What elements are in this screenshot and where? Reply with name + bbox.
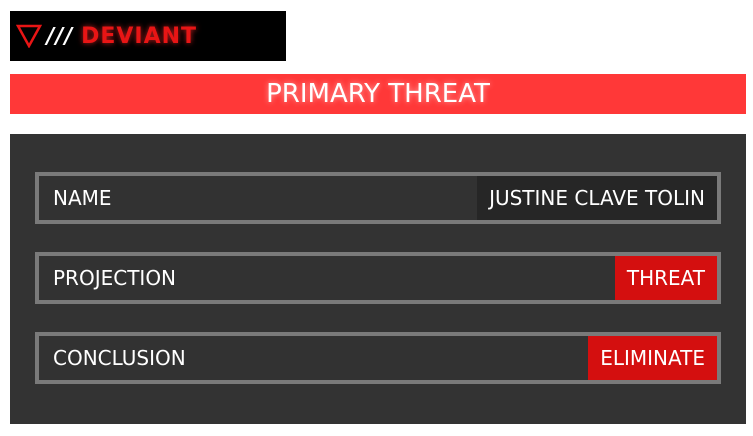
- app-root: /// DEVIANT PRIMARY THREAT NAME JUSTINE …: [0, 0, 753, 436]
- field-value: THREAT: [614, 256, 717, 300]
- field-row-projection: PROJECTION THREAT: [35, 252, 721, 304]
- brand-slashes: ///: [43, 23, 76, 49]
- field-label: PROJECTION: [53, 266, 177, 290]
- field-value: JUSTINE CLAVE TOLIN: [477, 176, 717, 220]
- brand-name: DEVIANT: [81, 23, 198, 49]
- field-row-conclusion: CONCLUSION ELIMINATE: [35, 332, 721, 384]
- field-value: ELIMINATE: [588, 336, 717, 380]
- page-title: PRIMARY THREAT: [266, 79, 490, 109]
- threat-panel: NAME JUSTINE CLAVE TOLIN PROJECTION THRE…: [10, 134, 746, 424]
- triangle-down-icon: [16, 24, 42, 48]
- field-row-name: NAME JUSTINE CLAVE TOLIN: [35, 172, 721, 224]
- brand-logo: /// DEVIANT: [10, 11, 286, 61]
- field-label: CONCLUSION: [53, 346, 186, 370]
- title-banner: PRIMARY THREAT: [10, 74, 746, 114]
- field-label: NAME: [53, 186, 112, 210]
